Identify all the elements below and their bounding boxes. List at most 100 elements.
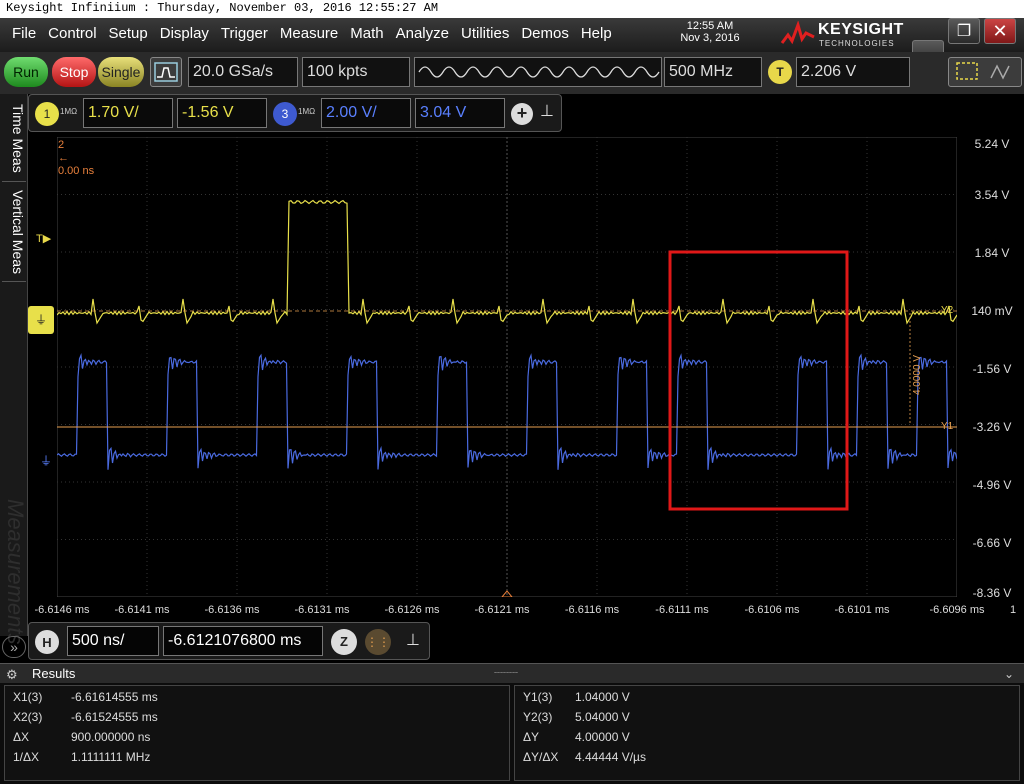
- menu-trigger[interactable]: Trigger: [215, 25, 274, 42]
- clock-date: Nov 3, 2016: [680, 32, 740, 44]
- cursor-y2-tag[interactable]: Y2: [941, 305, 953, 316]
- menu-bar: File Control Setup Display Trigger Measu…: [0, 18, 1024, 66]
- x-label-6: -6.6116 ms: [564, 604, 620, 616]
- run-button[interactable]: Run: [4, 57, 48, 87]
- menu-utilities[interactable]: Utilities: [455, 25, 515, 42]
- x-label-8: -6.6106 ms: [744, 604, 800, 616]
- menu-analyze[interactable]: Analyze: [390, 25, 455, 42]
- timebase-scale-field[interactable]: 500 ns/: [67, 626, 159, 656]
- y-label-7: -6.66 V: [972, 536, 1012, 550]
- x-marker-value: 0.00 ns: [58, 165, 95, 177]
- results-panel: ⚙ Results ┄┄┄┄ ⌄ X1(3) -6.61614555 ms X2…: [0, 663, 1024, 784]
- trigger-level-field[interactable]: 2.206 V: [796, 57, 910, 87]
- menu-display[interactable]: Display: [154, 25, 215, 42]
- result-dx-label: ΔX: [13, 730, 30, 744]
- result-dy-label: ΔY: [523, 730, 540, 744]
- x-marker-label: 2: [58, 139, 65, 151]
- brand-sub: TECHNOLOGIES: [819, 39, 895, 48]
- menu-setup[interactable]: Setup: [103, 25, 154, 42]
- horizontal-badge[interactable]: H: [35, 630, 59, 654]
- keysight-logo: KEYSIGHT TECHNOLOGIES: [778, 20, 908, 50]
- x-label-5: -6.6121 ms: [474, 604, 530, 616]
- y-label-2: 1.84 V: [974, 246, 1010, 260]
- tab-vertical-meas[interactable]: Vertical Meas: [2, 184, 26, 282]
- x-axis-end-marker: 1: [1010, 604, 1017, 616]
- menu-math[interactable]: Math: [344, 25, 389, 42]
- main-menu: File Control Setup Display Trigger Measu…: [6, 25, 618, 42]
- close-button[interactable]: ✕: [984, 18, 1016, 44]
- result-dy-value: 4.00000 V: [575, 730, 630, 744]
- timebase-position-field[interactable]: -6.6121076800 ms: [163, 626, 323, 656]
- ch1-impedance: 1MΩ: [60, 107, 78, 116]
- x-marker: 2 ← 0.00 ns: [58, 139, 95, 177]
- pin-icon[interactable]: ⊥: [537, 101, 557, 125]
- y-label-0: 5.24 V: [974, 137, 1010, 151]
- ch3-badge[interactable]: 3: [273, 102, 297, 126]
- sample-rate-field[interactable]: 20.0 GSa/s: [188, 57, 298, 87]
- x-label-0: -6.6146 ms: [34, 604, 90, 616]
- waveform-display[interactable]: [57, 137, 957, 597]
- side-tabs: Time Meas Vertical Meas Measurements »: [0, 94, 28, 658]
- ch3-impedance: 1MΩ: [298, 107, 316, 116]
- y-label-1: 3.54 V: [974, 188, 1010, 202]
- horizontal-pin-icon[interactable]: ⊥: [403, 630, 423, 654]
- single-button[interactable]: Single: [98, 57, 144, 87]
- y-label-8: -8.36 V: [972, 586, 1012, 600]
- y-label-5: -3.26 V: [972, 420, 1012, 434]
- menu-measure[interactable]: Measure: [274, 25, 344, 42]
- y-label-6: -4.96 V: [972, 478, 1012, 492]
- stop-button[interactable]: Stop: [52, 57, 96, 87]
- ch1-badge[interactable]: 1: [35, 102, 59, 126]
- clock-time: 12:55 AM: [686, 20, 734, 32]
- results-title: Results: [32, 666, 76, 681]
- add-channel-icon[interactable]: +: [511, 103, 533, 125]
- segment-icon[interactable]: ⋮⋮: [365, 629, 391, 655]
- results-grip-icon[interactable]: ┄┄┄┄: [494, 664, 518, 683]
- ch1-offset-field[interactable]: -1.56 V: [177, 98, 267, 128]
- autoscale-button[interactable]: [150, 57, 182, 87]
- x-label-1: -6.6141 ms: [114, 604, 170, 616]
- result-y1-value: 1.04000 V: [575, 690, 630, 704]
- y-label-3: 140 mV: [971, 304, 1013, 318]
- autoscale-icon: [154, 62, 178, 82]
- zoom-tools-button[interactable]: [948, 57, 1022, 87]
- result-dydx-value: 4.44444 V/µs: [575, 750, 646, 764]
- horizontal-bar: H 500 ns/ -6.6121076800 ms Z ⋮⋮ ⊥: [28, 622, 430, 660]
- menu-control[interactable]: Control: [42, 25, 102, 42]
- trigger-badge: T: [768, 60, 792, 84]
- x-label-10: -6.6096 ms: [929, 604, 985, 616]
- ch1-scale-field[interactable]: 1.70 V/: [83, 98, 173, 128]
- ch3-offset-field[interactable]: 3.04 V: [415, 98, 505, 128]
- results-header[interactable]: ⚙ Results ┄┄┄┄ ⌄: [0, 663, 1024, 683]
- result-inv-dx-value: 1.1111111 MHz: [71, 750, 151, 764]
- memory-depth-field[interactable]: 100 kpts: [302, 57, 410, 87]
- result-y1-label: Y1(3): [523, 690, 553, 704]
- menu-file[interactable]: File: [6, 25, 42, 42]
- zoom-icon[interactable]: Z: [331, 629, 357, 655]
- results-settings-icon[interactable]: ⚙: [6, 665, 18, 684]
- result-x2-value: -6.61524555 ms: [71, 710, 158, 724]
- result-dydx-label: ΔY/ΔX: [523, 750, 559, 764]
- x-label-4: -6.6126 ms: [384, 604, 440, 616]
- cursor-y1-tag[interactable]: Y1: [941, 421, 953, 432]
- brand-name: KEYSIGHT: [818, 21, 904, 38]
- results-collapse-icon[interactable]: ⌄: [1004, 665, 1014, 684]
- ch1-ground-marker-icon[interactable]: ⏚: [28, 306, 54, 334]
- bandwidth-field[interactable]: 500 MHz: [664, 57, 762, 87]
- cursor-delta-label: 4.0000 V: [912, 355, 923, 396]
- bandwidth-wave-display: [414, 57, 662, 87]
- result-x2-label: X2(3): [13, 710, 43, 724]
- restore-button[interactable]: ❐: [948, 18, 980, 44]
- ch3-scale-field[interactable]: 2.00 V/: [321, 98, 411, 128]
- menu-help[interactable]: Help: [575, 25, 618, 42]
- sine-wave-icon: [418, 66, 660, 78]
- collapse-chevron-icon[interactable]: »: [2, 636, 26, 658]
- tab-time-meas[interactable]: Time Meas: [2, 96, 26, 182]
- result-x1-value: -6.61614555 ms: [71, 690, 158, 704]
- y-label-4: -1.56 V: [972, 362, 1012, 376]
- menu-demos[interactable]: Demos: [515, 25, 575, 42]
- result-inv-dx-label: 1/ΔX: [13, 750, 40, 764]
- result-x1-label: X1(3): [13, 690, 43, 704]
- result-y2-label: Y2(3): [523, 710, 553, 724]
- x-label-2: -6.6136 ms: [204, 604, 260, 616]
